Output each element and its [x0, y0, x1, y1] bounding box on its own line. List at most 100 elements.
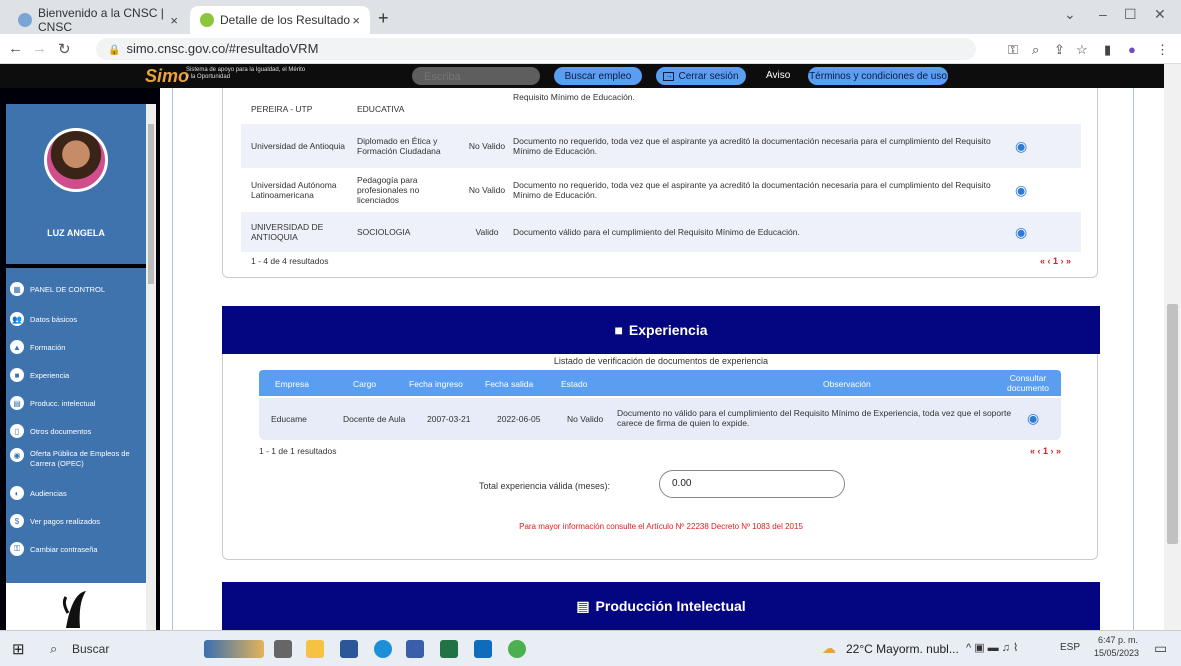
table-row: PEREIRA - UTP EDUCATIVA Requisito Mínimo… [241, 88, 1081, 116]
profile-icon[interactable]: ● [1128, 42, 1136, 57]
chrome-icon[interactable] [508, 640, 526, 658]
sidebar-item-panel[interactable]: ▦ PANEL DE CONTROL [6, 278, 146, 300]
windows-start-icon[interactable]: ⊞ [12, 640, 25, 658]
view-document-icon[interactable]: ◉ [1015, 182, 1027, 199]
forward-icon[interactable]: → [32, 40, 47, 57]
observacion-cell: Requisito Mínimo de Educación. [513, 92, 635, 102]
minimize-button[interactable]: – [1099, 6, 1107, 22]
column-header: Empresa [275, 379, 310, 389]
sidebar-item-label: Ver pagos realizados [30, 516, 101, 526]
browser-tab-active[interactable]: Detalle de los Resultados de la p × [190, 6, 370, 34]
sidebar-item-formacion[interactable]: ▲ Formación [6, 336, 146, 358]
sidebar-item-contrasena[interactable]: ⚿ Cambiar contraseña [6, 538, 146, 560]
key-icon[interactable]: ⚿ [1008, 42, 1018, 58]
task-view-icon[interactable] [274, 640, 292, 658]
notifications-icon[interactable]: ▭ [1154, 640, 1167, 657]
sidebar-item-datos[interactable]: 👥 Datos básicos [6, 308, 146, 330]
browser-tab[interactable]: Bienvenido a la CNSC | CNSC × [8, 6, 188, 34]
briefcase-icon: ■ [10, 368, 24, 382]
institucion-cell: PEREIRA - UTP [251, 104, 313, 114]
address-bar-row: ← → ↻ 🔒 simo.cnsc.gov.co/#resultadoVRM ⚿ … [0, 34, 1181, 64]
search-icon[interactable]: ⌕ [50, 641, 57, 657]
buscar-empleo-button[interactable]: Buscar empleo [554, 67, 642, 85]
reload-icon[interactable]: ↻ [58, 40, 71, 58]
graduation-cap-icon: ▲ [10, 340, 24, 354]
sidebar-item-experiencia[interactable]: ■ Experiencia [6, 364, 146, 386]
view-document-icon[interactable]: ◉ [1015, 224, 1027, 241]
scrollbar-thumb[interactable] [1167, 304, 1178, 544]
share-icon[interactable]: ⇪ [1054, 42, 1065, 58]
briefcase-icon: ■ [614, 322, 623, 338]
edge-icon[interactable] [374, 640, 392, 658]
cerrar-sesion-button[interactable]: → Cerrar sesión [656, 67, 746, 85]
page-scrollbar[interactable] [1164, 64, 1181, 630]
logo-subtitle: Sistema de apoyo para la Igualdad, el Mé… [186, 67, 306, 80]
table-row: Educame Docente de Aula 2007-03-21 2022-… [259, 398, 1061, 440]
sidebar-item-label: Formación [30, 342, 66, 352]
institucion-cell: Universidad Autónoma Latinoamericana [251, 180, 337, 200]
mail-icon[interactable] [474, 640, 492, 658]
search-input[interactable] [412, 67, 540, 85]
lock-icon: ⚿ [10, 542, 24, 556]
pagination[interactable]: « ‹ 1 › » [1030, 446, 1061, 456]
observacion-cell: Documento válido para el cumplimiento de… [513, 227, 800, 237]
sidebar-item-otros[interactable]: ▯ Otros documentos [6, 420, 146, 442]
tray-icons[interactable]: ^ ▣ ▬ ♫ ⌇ [966, 641, 1018, 654]
sidebar-item-label: Cambiar contraseña [30, 544, 98, 554]
view-document-icon[interactable]: ◉ [1015, 138, 1027, 155]
simo-logo[interactable]: Simo [145, 66, 189, 87]
cnsc-favicon-icon [18, 13, 32, 27]
clock-date[interactable]: 15/05/2023 [1094, 648, 1139, 658]
column-header: Estado [561, 379, 588, 389]
close-tab-icon[interactable]: × [170, 13, 178, 28]
dashboard-icon: ▦ [10, 282, 24, 296]
excel-icon[interactable] [440, 640, 458, 658]
sidebar-item-pagos[interactable]: $ Ver pagos realizados [6, 510, 146, 532]
formacion-card: PEREIRA - UTP EDUCATIVA Requisito Mínimo… [222, 88, 1098, 278]
close-tab-icon[interactable]: × [352, 13, 360, 28]
experiencia-header: ■ Experiencia [222, 306, 1100, 354]
weather-text[interactable]: 22°C Mayorm. nubl... [846, 642, 959, 656]
total-experiencia-field[interactable]: 0.00 [659, 470, 845, 498]
zoom-icon[interactable]: ⌕ [1032, 42, 1039, 58]
sidepanel-icon[interactable]: ▮ [1104, 42, 1111, 58]
sidebar-menu: ▦ PANEL DE CONTROL 👥 Datos básicos ▲ Formac… [6, 268, 146, 618]
maximize-button[interactable]: ☐ [1124, 6, 1137, 23]
experiencia-subtitle: Listado de verificación de documentos de… [553, 356, 769, 366]
column-header: Cargo [353, 379, 377, 389]
close-window-button[interactable]: ✕ [1154, 6, 1166, 23]
word-icon[interactable] [340, 640, 358, 658]
column-header: Consultar documento [1006, 373, 1050, 393]
clock-time[interactable]: 6:47 p. m. [1098, 635, 1138, 645]
back-icon[interactable]: ← [8, 40, 23, 57]
tab-search-icon[interactable]: ⌄ [1064, 6, 1076, 23]
terminos-button[interactable]: Términos y condiciones de uso [808, 67, 948, 85]
sidebar-item-audiencias[interactable]: ◐ Audiencias [6, 482, 146, 504]
store-icon[interactable] [406, 640, 424, 658]
browser-tab-bar: Bienvenido a la CNSC | CNSC × Detalle de… [0, 0, 1181, 34]
bookmark-star-icon[interactable]: ☆ [1076, 42, 1088, 58]
sidebar-scrollbar[interactable] [146, 104, 156, 630]
scrollbar-thumb[interactable] [148, 124, 154, 284]
sidebar-item-opec[interactable]: ◉ Oferta Pública de Empleos de Carrera (O… [6, 448, 146, 476]
aviso-link[interactable]: Aviso [766, 70, 790, 81]
book-icon: ▤ [10, 396, 24, 410]
file-icon: ▯ [10, 424, 24, 438]
language-indicator[interactable]: ESP [1060, 642, 1080, 653]
section-title: Producción Intelectual [595, 598, 746, 614]
estado-cell: Valido [475, 227, 499, 237]
view-document-icon[interactable]: ◉ [1027, 410, 1039, 427]
table-row: Universidad Autónoma Latinoamericana Ped… [241, 168, 1081, 212]
file-explorer-icon[interactable] [306, 640, 324, 658]
cnsc-figure-icon [62, 591, 86, 628]
pagination[interactable]: « ‹ 1 › » [1040, 256, 1071, 266]
news-widget-icon[interactable] [204, 640, 264, 658]
sidebar: LUZ ANGELA ▦ PANEL DE CONTROL 👥 Datos bási… [0, 88, 160, 630]
taskbar-search[interactable]: Buscar [72, 642, 109, 656]
new-tab-button[interactable]: + [378, 8, 389, 29]
menu-dots-icon[interactable]: ⋮ [1156, 42, 1169, 58]
url-text: simo.cnsc.gov.co/#resultadoVRM [126, 41, 319, 56]
sidebar-item-produccion[interactable]: ▤ Producc. intelectual [6, 392, 146, 414]
url-field[interactable]: 🔒 simo.cnsc.gov.co/#resultadoVRM [96, 38, 976, 60]
table-row: Universidad de Antioquia Diplomado en Ét… [241, 124, 1081, 168]
